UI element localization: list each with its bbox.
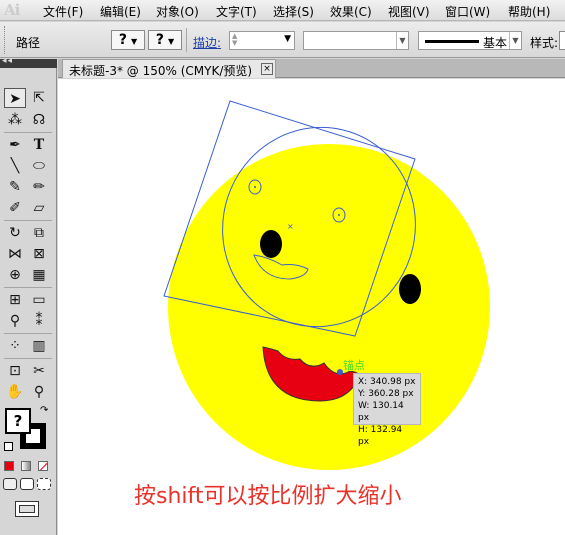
fill-swatch-glyph: ?: [118, 32, 127, 48]
brush-definition-dropdown[interactable]: 基本 ▼: [418, 31, 522, 50]
fill-color-box[interactable]: ?: [5, 408, 31, 434]
type-tool-icon[interactable]: T: [28, 135, 50, 155]
artboard-tool-icon[interactable]: ⊡: [4, 361, 26, 381]
center-point-marker: ×: [287, 222, 294, 231]
document-tab-bar: 未标题-3* @ 150% (CMYK/预览) ×: [58, 59, 565, 78]
document-tab[interactable]: 未标题-3* @ 150% (CMYK/预览) ×: [62, 59, 276, 78]
width-tool-icon[interactable]: ⋈: [4, 244, 26, 264]
divider: [4, 220, 52, 221]
menu-view[interactable]: 视图(V): [388, 3, 430, 20]
symbol-sprayer-tool-icon[interactable]: ⁘: [4, 336, 26, 356]
menu-type[interactable]: 文字(T): [216, 3, 257, 20]
swap-fill-stroke-icon[interactable]: ↷: [40, 405, 48, 416]
document-tab-title: 未标题-3* @ 150% (CMYK/预览): [69, 64, 253, 78]
chevron-down-icon[interactable]: ▼: [284, 34, 291, 44]
menu-select[interactable]: 选择(S): [273, 3, 314, 20]
none-mode-icon[interactable]: [38, 461, 48, 471]
variable-width-profile[interactable]: ▼: [303, 31, 409, 50]
magic-wand-tool-icon[interactable]: ⁂: [4, 110, 26, 130]
column-graph-tool-icon[interactable]: ▥: [28, 336, 50, 356]
draw-normal-icon[interactable]: [3, 478, 17, 490]
selection-type-label: 路径: [16, 36, 41, 50]
stepper-arrows-icon[interactable]: ▲ ▼: [232, 33, 242, 48]
panel-grip-icon: ◂◂: [2, 56, 14, 66]
chevron-down-icon: ▼: [167, 37, 175, 46]
blob-brush-tool-icon[interactable]: ✐: [4, 198, 26, 218]
selection-tool-icon[interactable]: ➤: [4, 88, 26, 108]
zoom-tool-icon[interactable]: ⚲: [28, 382, 50, 402]
pencil-tool-icon[interactable]: ✏: [28, 177, 50, 197]
shape-builder-tool-icon[interactable]: ⊕: [4, 265, 26, 285]
anchor-hint-label: 锚点: [343, 359, 365, 372]
rotate-tool-icon[interactable]: ↻: [4, 223, 26, 243]
transform-info-tooltip: X: 340.98 px Y: 360.28 px W: 130.14 px H…: [353, 373, 421, 447]
fill-color-dropdown[interactable]: ? ▼: [111, 30, 145, 50]
divider: [4, 358, 52, 359]
stroke-profile-label: 基本: [483, 36, 508, 50]
info-h: H: 132.94 px: [358, 425, 403, 447]
artwork: ×: [163, 100, 490, 470]
stroke-label[interactable]: 描边:: [193, 34, 221, 51]
screen-mode-icon[interactable]: [15, 501, 39, 517]
menu-edit[interactable]: 编辑(E): [100, 3, 141, 20]
graphic-style-label: 样式:: [530, 36, 559, 50]
info-y: Y: 360.28 px: [358, 389, 414, 399]
ellipse-tool-icon[interactable]: ⬭: [28, 156, 50, 176]
paintbrush-tool-icon[interactable]: ✎: [4, 177, 26, 197]
color-mode-icon[interactable]: [4, 461, 14, 471]
menu-bar: Ai 文件(F) 编辑(E) 对象(O) 文字(T) 选择(S) 效果(C) 视…: [0, 0, 565, 21]
fill-stroke-widget: ? ↷: [4, 405, 52, 455]
fill-box-glyph: ?: [13, 412, 23, 430]
blend-tool-icon[interactable]: ⁑: [28, 311, 50, 331]
draw-behind-icon[interactable]: [20, 478, 34, 490]
eraser-tool-icon[interactable]: ▱: [28, 198, 50, 218]
menu-window[interactable]: 窗口(W): [445, 3, 490, 20]
control-bar-grip[interactable]: [4, 26, 8, 54]
info-x: X: 340.98 px: [358, 377, 416, 387]
right-eye[interactable]: [399, 274, 421, 304]
anchor-point: [338, 214, 340, 216]
instruction-caption: 按shift可以按比例扩大缩小: [134, 484, 402, 509]
stroke-color-dropdown[interactable]: ? ▼: [148, 30, 182, 50]
default-fill-stroke-icon[interactable]: [4, 442, 13, 451]
scale-tool-icon[interactable]: ⧉: [28, 223, 50, 243]
divider: [186, 28, 187, 52]
chevron-down-icon[interactable]: ▼: [509, 32, 521, 49]
divider: [4, 333, 52, 334]
chevron-down-icon[interactable]: ▼: [396, 32, 408, 49]
mesh-tool-icon[interactable]: ⊞: [4, 290, 26, 310]
menu-file[interactable]: 文件(F): [43, 3, 83, 20]
pen-tool-icon[interactable]: ✒: [4, 135, 26, 155]
artboard-canvas[interactable]: × 锚点 X: 340.98 px Y: 360.28 px W: 130.14…: [58, 79, 565, 535]
stroke-preview-line: [425, 40, 479, 43]
divider: [4, 287, 52, 288]
left-eye[interactable]: [260, 230, 282, 258]
free-transform-tool-icon[interactable]: ⊠: [28, 244, 50, 264]
gradient-mode-icon[interactable]: [21, 461, 31, 471]
chevron-down-icon: ▼: [130, 37, 138, 46]
hand-tool-icon[interactable]: ✋: [4, 382, 26, 402]
perspective-grid-tool-icon[interactable]: ▦: [28, 265, 50, 285]
tools-panel: ◂◂ ➤ ⇱ ⁂ ☊ ✒ T ╲ ⬭ ✎ ✏ ✐ ▱ ↻ ⧉ ⋈ ⊠ ⊕ ▦ ⊞…: [0, 56, 57, 535]
tools-panel-header[interactable]: ◂◂: [0, 56, 57, 68]
menu-help[interactable]: 帮助(H): [508, 3, 550, 20]
info-w: W: 130.14 px: [358, 401, 404, 423]
lasso-tool-icon[interactable]: ☊: [28, 110, 50, 130]
graphic-style-swatch[interactable]: [559, 31, 565, 50]
stroke-swatch-glyph: ?: [155, 32, 164, 48]
app-logo: Ai: [4, 1, 20, 19]
eyedropper-tool-icon[interactable]: ⚲: [4, 311, 26, 331]
anchor-point: [254, 186, 256, 188]
gradient-tool-icon[interactable]: ▭: [28, 290, 50, 310]
close-icon[interactable]: ×: [261, 63, 273, 75]
slice-tool-icon[interactable]: ✂: [28, 361, 50, 381]
divider: [4, 132, 52, 133]
stroke-weight-input[interactable]: ▲ ▼ ▼: [229, 31, 295, 50]
direct-selection-tool-icon[interactable]: ⇱: [28, 88, 50, 108]
menu-object[interactable]: 对象(O): [156, 3, 199, 20]
line-segment-tool-icon[interactable]: ╲: [4, 156, 26, 176]
menu-effect[interactable]: 效果(C): [330, 3, 372, 20]
draw-inside-icon[interactable]: [37, 478, 51, 490]
control-bar: 路径 ? ▼ ? ▼ 描边: ▲ ▼ ▼ ▼ 基本 ▼ 样式:: [0, 22, 565, 58]
